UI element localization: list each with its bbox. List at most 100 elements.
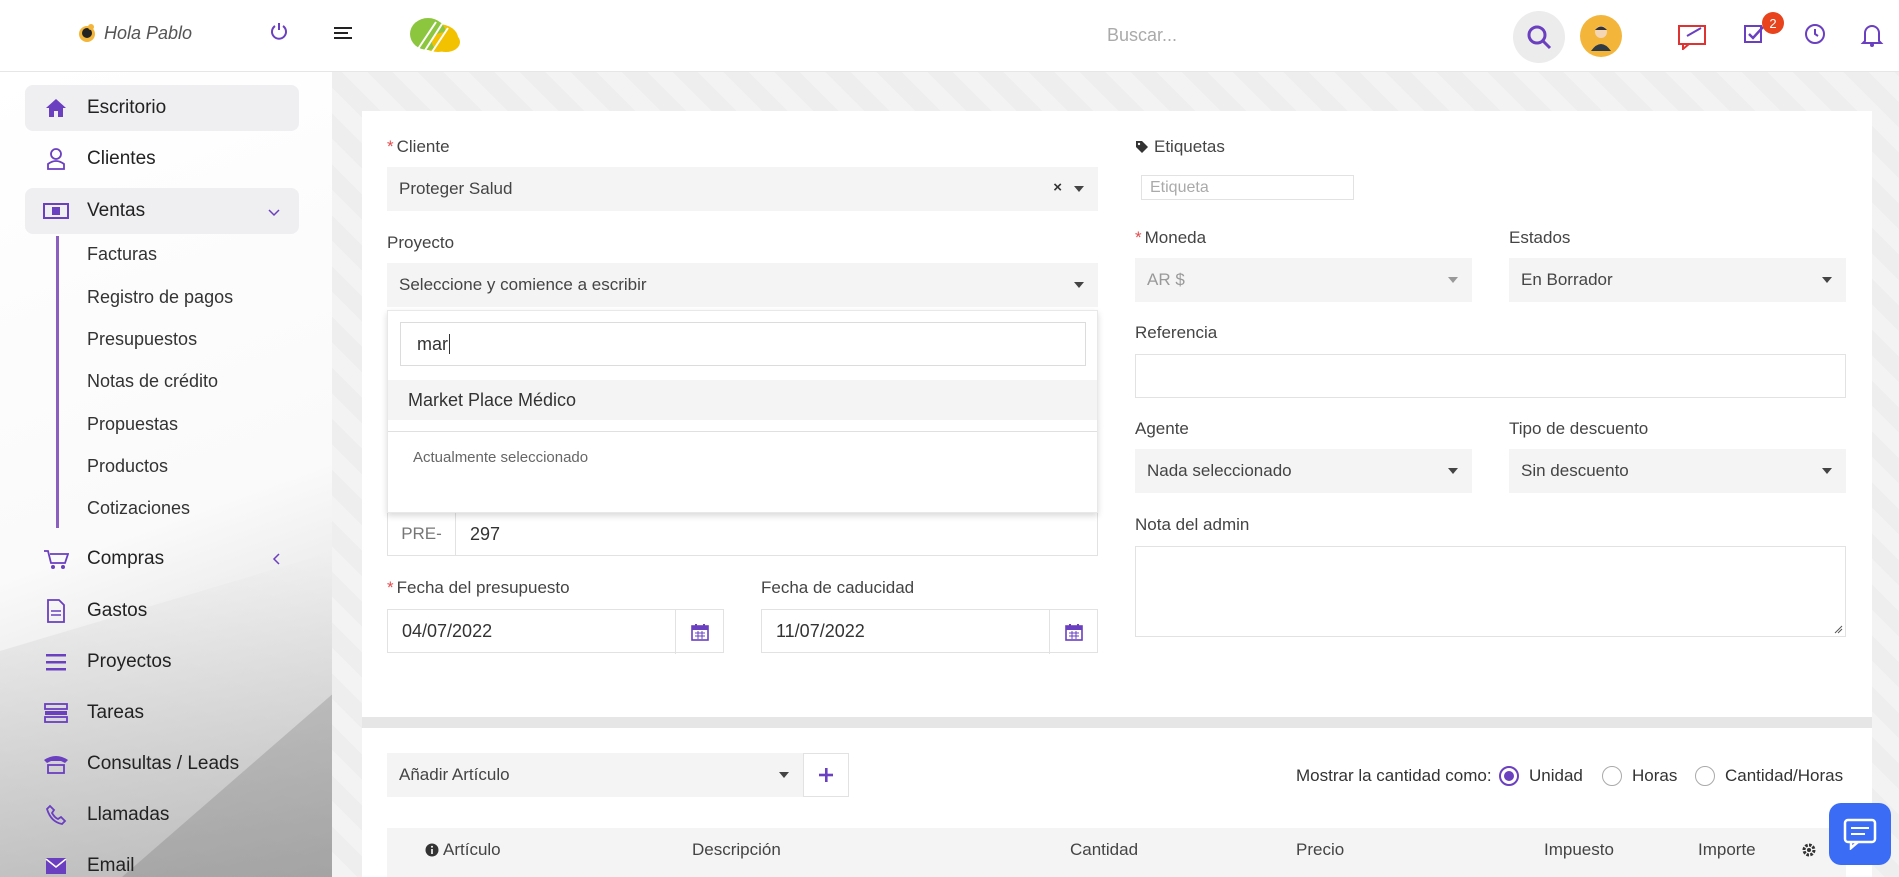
document-icon	[43, 599, 69, 623]
agente-value: Nada seleccionado	[1147, 461, 1292, 480]
proyecto-search-input[interactable]: mar	[400, 322, 1086, 366]
chat-support-button[interactable]	[1829, 803, 1891, 865]
cliente-value: Proteger Salud	[399, 179, 513, 198]
menu-toggle-icon[interactable]	[334, 26, 354, 47]
moneda-select[interactable]: AR $	[1135, 258, 1472, 302]
plus-icon	[819, 768, 833, 782]
caducidad-input[interactable]: 11/07/2022	[761, 609, 1098, 654]
sidebar-item-label: Gastos	[87, 600, 148, 621]
sidebar-item-label: Ventas	[87, 200, 146, 221]
phone-icon	[43, 752, 69, 776]
numero-value: 297	[470, 523, 501, 544]
sidebar-subitem-notas-credito[interactable]: Notas de crédito	[87, 371, 218, 392]
sidebar-item-ventas[interactable]: Ventas	[25, 188, 299, 234]
sidebar-subitem-registro-pagos[interactable]: Registro de pagos	[87, 287, 233, 308]
sidebar-item-proyectos[interactable]: Proyectos	[25, 639, 299, 685]
chat-bubble-icon[interactable]	[1677, 22, 1709, 55]
moneda-label: * Moneda	[1135, 228, 1207, 247]
sidebar-item-label: Tareas	[87, 702, 145, 723]
dropdown-option[interactable]: Market Place Médico	[388, 380, 1097, 420]
greeting-text: Hola Pablo	[104, 22, 193, 43]
sidebar-item-label: Compras	[87, 548, 165, 569]
sidebar-item-tareas[interactable]: Tareas	[25, 690, 299, 736]
cliente-select[interactable]: Proteger Salud ×	[387, 167, 1098, 211]
sidebar-item-consultas-leads[interactable]: Consultas / Leads	[25, 741, 299, 787]
caret-down-icon	[1822, 468, 1832, 474]
referencia-label: Referencia	[1135, 323, 1218, 342]
money-icon	[43, 199, 69, 223]
col-cantidad: Cantidad	[1070, 840, 1139, 859]
cart-icon	[43, 547, 69, 571]
app-logo[interactable]	[408, 12, 462, 61]
sidebar-subitem-facturas[interactable]: Facturas	[87, 244, 157, 265]
info-icon	[425, 843, 439, 857]
sidebar-item-label: Email	[87, 855, 135, 876]
add-item-button[interactable]	[803, 753, 849, 797]
nota-textarea[interactable]	[1135, 546, 1846, 637]
sidebar-item-label: Escritorio	[87, 97, 167, 118]
dropdown-selected-header: Actualmente seleccionado	[413, 449, 589, 466]
sidebar-subitem-cotizaciones[interactable]: Cotizaciones	[87, 498, 190, 519]
sidebar-item-label: Consultas / Leads	[87, 753, 240, 774]
power-icon[interactable]	[270, 22, 288, 45]
search-input[interactable]: Buscar...	[1107, 25, 1177, 46]
gear-icon[interactable]	[1801, 842, 1817, 863]
agente-label: Agente	[1135, 419, 1189, 438]
submenu-line	[56, 236, 59, 528]
sidebar-subitem-propuestas[interactable]: Propuestas	[87, 414, 178, 435]
sidebar-item-llamadas[interactable]: Llamadas	[25, 792, 299, 838]
caret-down-icon	[1448, 468, 1458, 474]
col-importe: Importe	[1698, 840, 1756, 859]
dropdown-separator	[388, 431, 1097, 432]
fecha-input[interactable]: 04/07/2022	[387, 609, 724, 654]
add-item-select[interactable]: Añadir Artículo	[387, 753, 803, 797]
bell-icon[interactable]	[1860, 22, 1884, 53]
sidebar-item-compras[interactable]: Compras	[25, 536, 299, 582]
text-cursor	[449, 334, 450, 354]
chevron-down-icon	[267, 202, 281, 224]
numero-prefix: PRE-	[388, 513, 456, 555]
user-status-icon	[79, 24, 95, 42]
sidebar-item-clientes[interactable]: Clientes	[25, 136, 299, 182]
radio-horas[interactable]	[1602, 766, 1622, 786]
estados-select[interactable]: En Borrador	[1509, 258, 1846, 302]
search-button[interactable]	[1513, 11, 1565, 63]
calendar-icon[interactable]	[675, 610, 723, 654]
sidebar-item-escritorio[interactable]: Escritorio	[25, 85, 299, 131]
clock-icon[interactable]	[1803, 22, 1827, 51]
radio-unidad[interactable]	[1499, 766, 1519, 786]
radio-cantidad-horas[interactable]	[1695, 766, 1715, 786]
envelope-icon	[43, 854, 69, 877]
fecha-value: 04/07/2022	[402, 620, 493, 641]
caducidad-value: 11/07/2022	[776, 620, 865, 641]
chat-icon	[1843, 818, 1877, 850]
sidebar-item-gastos[interactable]: Gastos	[25, 588, 299, 634]
referencia-input[interactable]	[1135, 354, 1846, 398]
agente-select[interactable]: Nada seleccionado	[1135, 449, 1472, 493]
caret-down-icon	[1448, 277, 1458, 283]
tag-icon	[1136, 141, 1148, 153]
sidebar-item-email[interactable]: Email	[25, 843, 299, 877]
sidebar-item-label: Clientes	[87, 148, 156, 169]
descuento-value: Sin descuento	[1521, 461, 1629, 480]
sidebar-item-label: Proyectos	[87, 651, 172, 672]
descuento-select[interactable]: Sin descuento	[1509, 449, 1846, 493]
etiqueta-input[interactable]: Etiqueta	[1141, 175, 1354, 200]
col-articulo: Artículo	[425, 840, 501, 860]
fecha-label: * Fecha del presupuesto	[387, 578, 570, 597]
add-item-value: Añadir Artículo	[399, 765, 510, 784]
proyecto-search-value: mar	[417, 333, 448, 354]
resize-handle-icon[interactable]	[1833, 624, 1843, 634]
estados-label: Estados	[1509, 228, 1571, 247]
sidebar-subitem-productos[interactable]: Productos	[87, 456, 168, 477]
radio-cantidad-horas-label: Cantidad/Horas	[1725, 766, 1844, 785]
calendar-icon[interactable]	[1049, 610, 1097, 654]
sidebar-subitem-presupuestos[interactable]: Presupuestos	[87, 329, 197, 350]
user-greeting[interactable]: Hola Pablo	[76, 22, 192, 44]
avatar[interactable]	[1580, 15, 1622, 57]
col-descripcion: Descripción	[692, 840, 781, 859]
numero-field[interactable]: PRE- 297	[387, 512, 1098, 556]
clear-icon[interactable]: ×	[1053, 179, 1062, 196]
proyecto-select[interactable]: Seleccione y comience a escribir	[387, 263, 1098, 307]
tasks-badge: 2	[1762, 12, 1784, 34]
